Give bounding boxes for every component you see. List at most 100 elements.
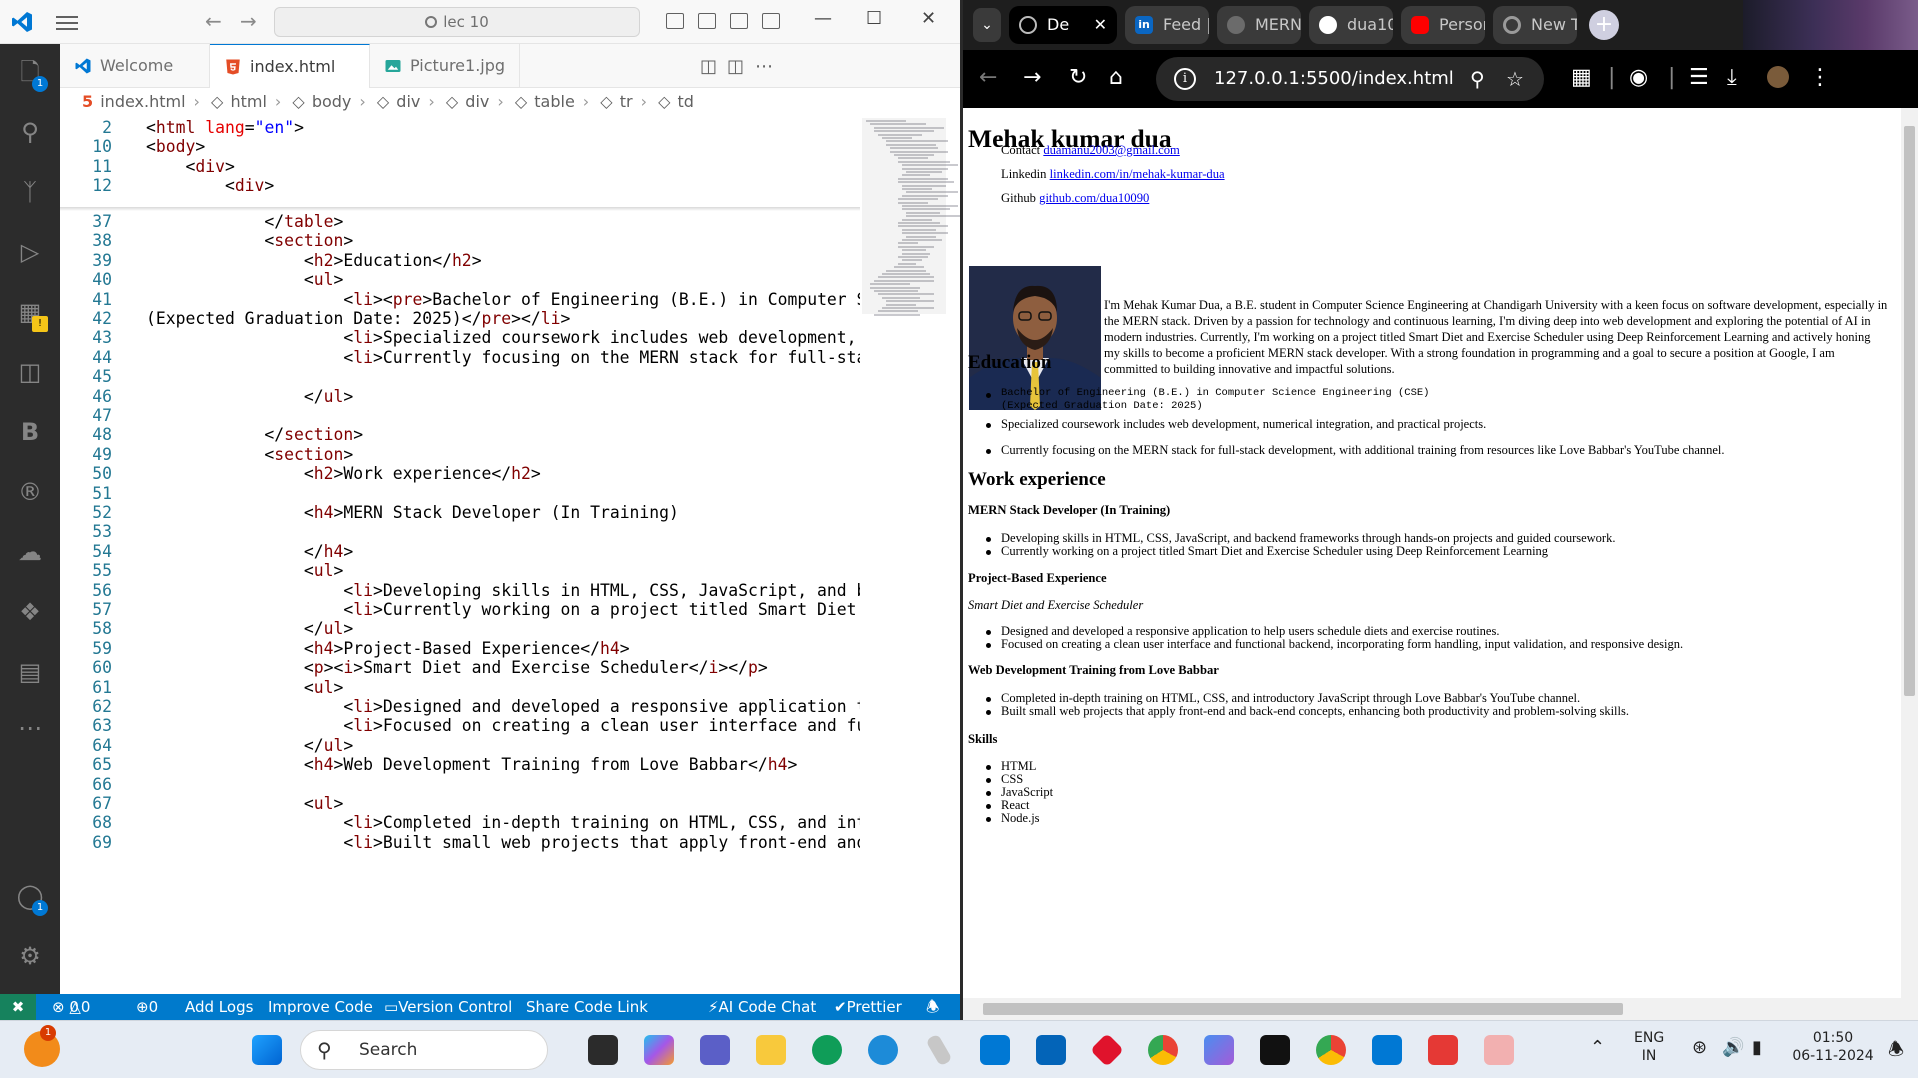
windows-start-icon[interactable]	[252, 1035, 282, 1065]
tab-mern[interactable]: MERN	[1217, 6, 1301, 44]
breadcrumb-item[interactable]: index.html	[100, 92, 185, 111]
tab-new-tab[interactable]: New Ta	[1493, 6, 1577, 44]
open-preview-icon[interactable]: ◫	[700, 56, 717, 77]
back-arrow-icon[interactable]: ←	[205, 11, 222, 31]
improve-code-button[interactable]: Improve Code	[268, 994, 373, 1020]
tab-welcome[interactable]: Welcome	[60, 44, 210, 88]
git-tool-icon[interactable]	[1484, 1035, 1514, 1065]
blackbox-icon[interactable]: B	[14, 416, 46, 448]
profile-avatar[interactable]	[1767, 66, 1789, 88]
reading-list-icon[interactable]: ☰	[1689, 66, 1709, 90]
run-debug-icon[interactable]: ▷	[14, 236, 46, 268]
edge-icon[interactable]	[868, 1035, 898, 1065]
problems-indicator[interactable]: ⊗ 0 △ 0	[52, 994, 90, 1020]
back-arrow-icon[interactable]: ←	[979, 66, 997, 90]
screenshot-icon[interactable]: ◉	[1629, 66, 1648, 90]
minimize-icon[interactable]: —	[814, 8, 832, 29]
chrome-icon[interactable]	[1148, 1035, 1178, 1065]
copilot-icon[interactable]	[644, 1035, 674, 1065]
outlook-icon[interactable]	[1036, 1035, 1066, 1065]
scrollbar-thumb[interactable]	[983, 1003, 1623, 1015]
tab-github[interactable]: dua10(	[1309, 6, 1393, 44]
close-tab-icon[interactable]: ✕	[1094, 6, 1107, 44]
tab-youtube[interactable]: Person	[1401, 6, 1485, 44]
email-link[interactable]: duamanu2003@gmail.com	[1043, 143, 1179, 157]
panel-icon[interactable]: ▤	[14, 656, 46, 688]
ai-code-chat-button[interactable]: ⚡ AI Code Chat	[708, 994, 816, 1020]
office-app-icon[interactable]	[1090, 1033, 1124, 1067]
forward-arrow-icon[interactable]: →	[240, 11, 257, 31]
minimap-viewport[interactable]	[862, 118, 946, 314]
github-link[interactable]: github.com/dua10090	[1039, 191, 1149, 205]
breadcrumb-item[interactable]: html	[230, 92, 266, 111]
microsoft-store-icon[interactable]	[980, 1035, 1010, 1065]
copilot-app-icon[interactable]	[1204, 1035, 1234, 1065]
browser-menu-icon[interactable]: ⋮	[1809, 66, 1831, 90]
horizontal-scrollbar[interactable]	[963, 998, 1918, 1020]
split-editor-icon[interactable]: ◫	[727, 56, 744, 77]
remote-explorer-icon[interactable]: ◫	[14, 356, 46, 388]
language-indicator[interactable]: ENG IN	[1634, 1029, 1664, 1065]
scrollbar-thumb[interactable]	[1904, 126, 1915, 696]
address-bar[interactable]: i 127.0.0.1:5500/index.html ⚲ ☆	[1156, 57, 1544, 101]
zoom-icon[interactable]: ⚲	[1470, 57, 1485, 101]
hamburger-menu-icon[interactable]	[56, 12, 78, 32]
toggle-secondary-sidebar-icon[interactable]	[730, 13, 748, 29]
show-hidden-icons-chevron[interactable]: ⌃	[1590, 1037, 1605, 1058]
more-actions-icon[interactable]: ⋯	[755, 56, 773, 77]
extensions-puzzle-icon[interactable]: ▦	[1571, 66, 1592, 90]
source-control-icon[interactable]: ᛉ	[14, 176, 46, 208]
share-code-link-button[interactable]: Share Code Link	[526, 994, 648, 1020]
breadcrumb-item[interactable]: div	[396, 92, 420, 111]
new-tab-plus-icon[interactable]: +	[1589, 10, 1619, 40]
reload-icon[interactable]: ↻	[1069, 66, 1087, 90]
toggle-primary-sidebar-icon[interactable]	[666, 13, 684, 29]
tab-picture1[interactable]: Picture1.jpg	[370, 44, 520, 88]
notification-center-icon[interactable]: 🕭	[1888, 1037, 1904, 1067]
breadcrumb-item[interactable]: div	[465, 92, 489, 111]
volume-icon[interactable]: 🔊	[1722, 1037, 1744, 1058]
close-icon[interactable]: ✕	[921, 8, 936, 29]
edge-dev-icon[interactable]	[812, 1035, 842, 1065]
forward-arrow-icon[interactable]: →	[1023, 66, 1041, 90]
ports-indicator[interactable]: ⊕ 0	[136, 994, 158, 1020]
minimap[interactable]	[862, 116, 960, 994]
download-icon[interactable]: ⤓	[1727, 66, 1737, 90]
vertical-scrollbar[interactable]	[1901, 108, 1918, 998]
linkedin-link[interactable]: linkedin.com/in/mehak-kumar-dua	[1050, 167, 1225, 181]
teams-icon[interactable]	[700, 1035, 730, 1065]
code-editor[interactable]: 37 </table> 38 <section> 39 <h2>Education<…	[60, 116, 860, 994]
command-center-search[interactable]: lec 10	[274, 7, 640, 37]
prettier-button[interactable]: ✔ Prettier	[834, 994, 902, 1020]
task-view-icon[interactable]	[588, 1035, 618, 1065]
file-explorer-icon[interactable]	[756, 1035, 786, 1065]
bookmark-star-icon[interactable]: ☆	[1506, 57, 1524, 101]
capcut-icon[interactable]	[1260, 1035, 1290, 1065]
r-language-icon[interactable]: ®	[14, 476, 46, 508]
taskbar-search-box[interactable]: ⚲ Search	[300, 1030, 548, 1070]
clock[interactable]: 01:50 06-11-2024	[1790, 1029, 1876, 1065]
snipping-tool-icon[interactable]	[925, 1033, 953, 1067]
settings-gear-icon[interactable]: ⚙	[14, 940, 46, 972]
more-icon[interactable]: ⋯	[14, 712, 46, 744]
version-control-button[interactable]: ▭ Version Control	[384, 994, 512, 1020]
python-icon[interactable]: ❖	[14, 596, 46, 628]
breadcrumb-item[interactable]: table	[534, 92, 575, 111]
wps-office-icon[interactable]	[1428, 1035, 1458, 1065]
site-info-icon[interactable]: i	[1174, 68, 1196, 90]
toggle-panel-icon[interactable]	[698, 13, 716, 29]
notifications-bell-icon[interactable]: 🕭	[926, 994, 939, 1020]
remote-indicator-icon[interactable]: ✖	[0, 994, 36, 1020]
chrome-profile-icon[interactable]	[1316, 1035, 1346, 1065]
home-icon[interactable]: ⌂	[1109, 66, 1123, 90]
search-icon[interactable]: ⚲	[14, 116, 46, 148]
add-logs-button[interactable]: Add Logs	[185, 994, 253, 1020]
vscode-taskbar-icon[interactable]	[1372, 1035, 1402, 1065]
wifi-icon[interactable]: ⊛	[1692, 1037, 1707, 1058]
tab-index-html[interactable]: index.html	[210, 44, 370, 116]
tab-linkedin[interactable]: in Feed |	[1125, 6, 1209, 44]
breadcrumb-item[interactable]: body	[312, 92, 352, 111]
battery-icon[interactable]: ▮	[1752, 1037, 1762, 1058]
breadcrumb-item[interactable]: td	[677, 92, 693, 111]
customize-layout-icon[interactable]	[762, 13, 780, 29]
